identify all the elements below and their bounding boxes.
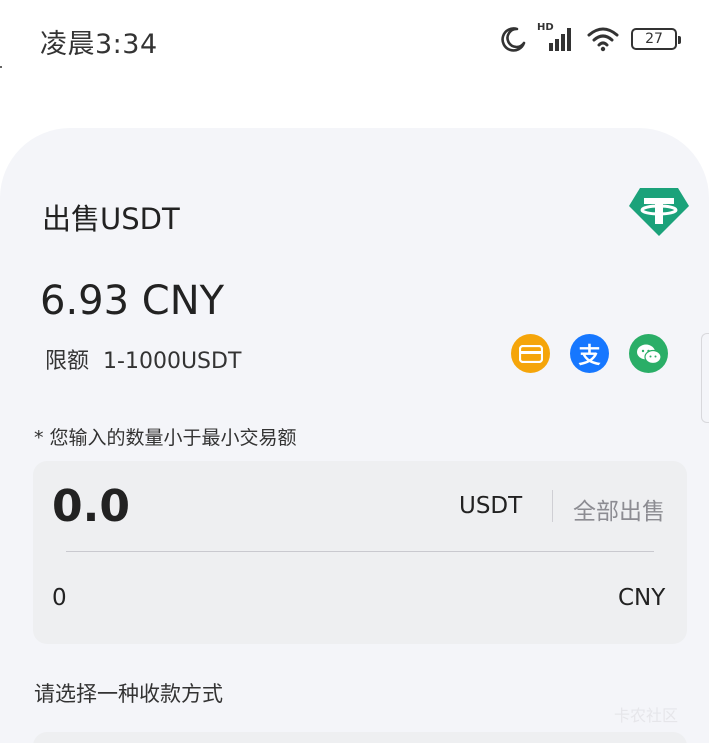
watermark: 卡农社区 bbox=[614, 706, 679, 725]
limit-row: 限额 1-1000USDT bbox=[45, 343, 241, 375]
sell-all-button[interactable]: 全部出售 bbox=[573, 492, 665, 526]
payment-section-label: 请选择一种收款方式 bbox=[34, 682, 223, 706]
amount-unit: USDT bbox=[459, 493, 523, 519]
status-time: 凌晨3:34 bbox=[40, 29, 158, 60]
alipay-icon: 支 bbox=[570, 334, 609, 373]
horizontal-divider bbox=[66, 551, 654, 552]
divider-dot bbox=[0, 66, 2, 68]
side-handle[interactable] bbox=[701, 333, 709, 423]
battery-level: 27 bbox=[645, 31, 663, 47]
payment-method-selector[interactable] bbox=[33, 732, 687, 743]
vertical-divider bbox=[552, 490, 553, 522]
cny-amount: 0 bbox=[52, 585, 67, 611]
amount-input[interactable]: 0.0 bbox=[52, 481, 130, 532]
cny-unit: CNY bbox=[618, 585, 666, 611]
moon-icon bbox=[501, 26, 527, 52]
sell-sheet: 出售USDT 6.93 CNY 限额 1-1000USDT 支 * 您输入的数量… bbox=[0, 128, 709, 743]
signal-icon: HD bbox=[537, 22, 575, 53]
hd-badge: HD bbox=[537, 22, 554, 33]
wechat-pay-icon bbox=[629, 334, 668, 373]
page-title: 出售USDT bbox=[42, 202, 180, 236]
bank-card-icon bbox=[511, 334, 550, 373]
battery-icon: 27 bbox=[631, 28, 681, 50]
unit-price: 6.93 CNY bbox=[40, 278, 225, 324]
wifi-icon bbox=[587, 26, 619, 52]
status-bar: 凌晨3:34 HD 27 bbox=[0, 0, 709, 80]
tether-logo bbox=[628, 186, 690, 238]
amount-input-box: 0.0 USDT 全部出售 0 CNY bbox=[33, 461, 687, 644]
payment-methods: 支 bbox=[511, 334, 668, 373]
status-icons: HD 27 bbox=[501, 22, 681, 56]
limit-value: 1-1000USDT bbox=[103, 349, 242, 374]
limit-label: 限额 bbox=[45, 349, 90, 374]
min-amount-warning: * 您输入的数量小于最小交易额 bbox=[34, 427, 297, 449]
